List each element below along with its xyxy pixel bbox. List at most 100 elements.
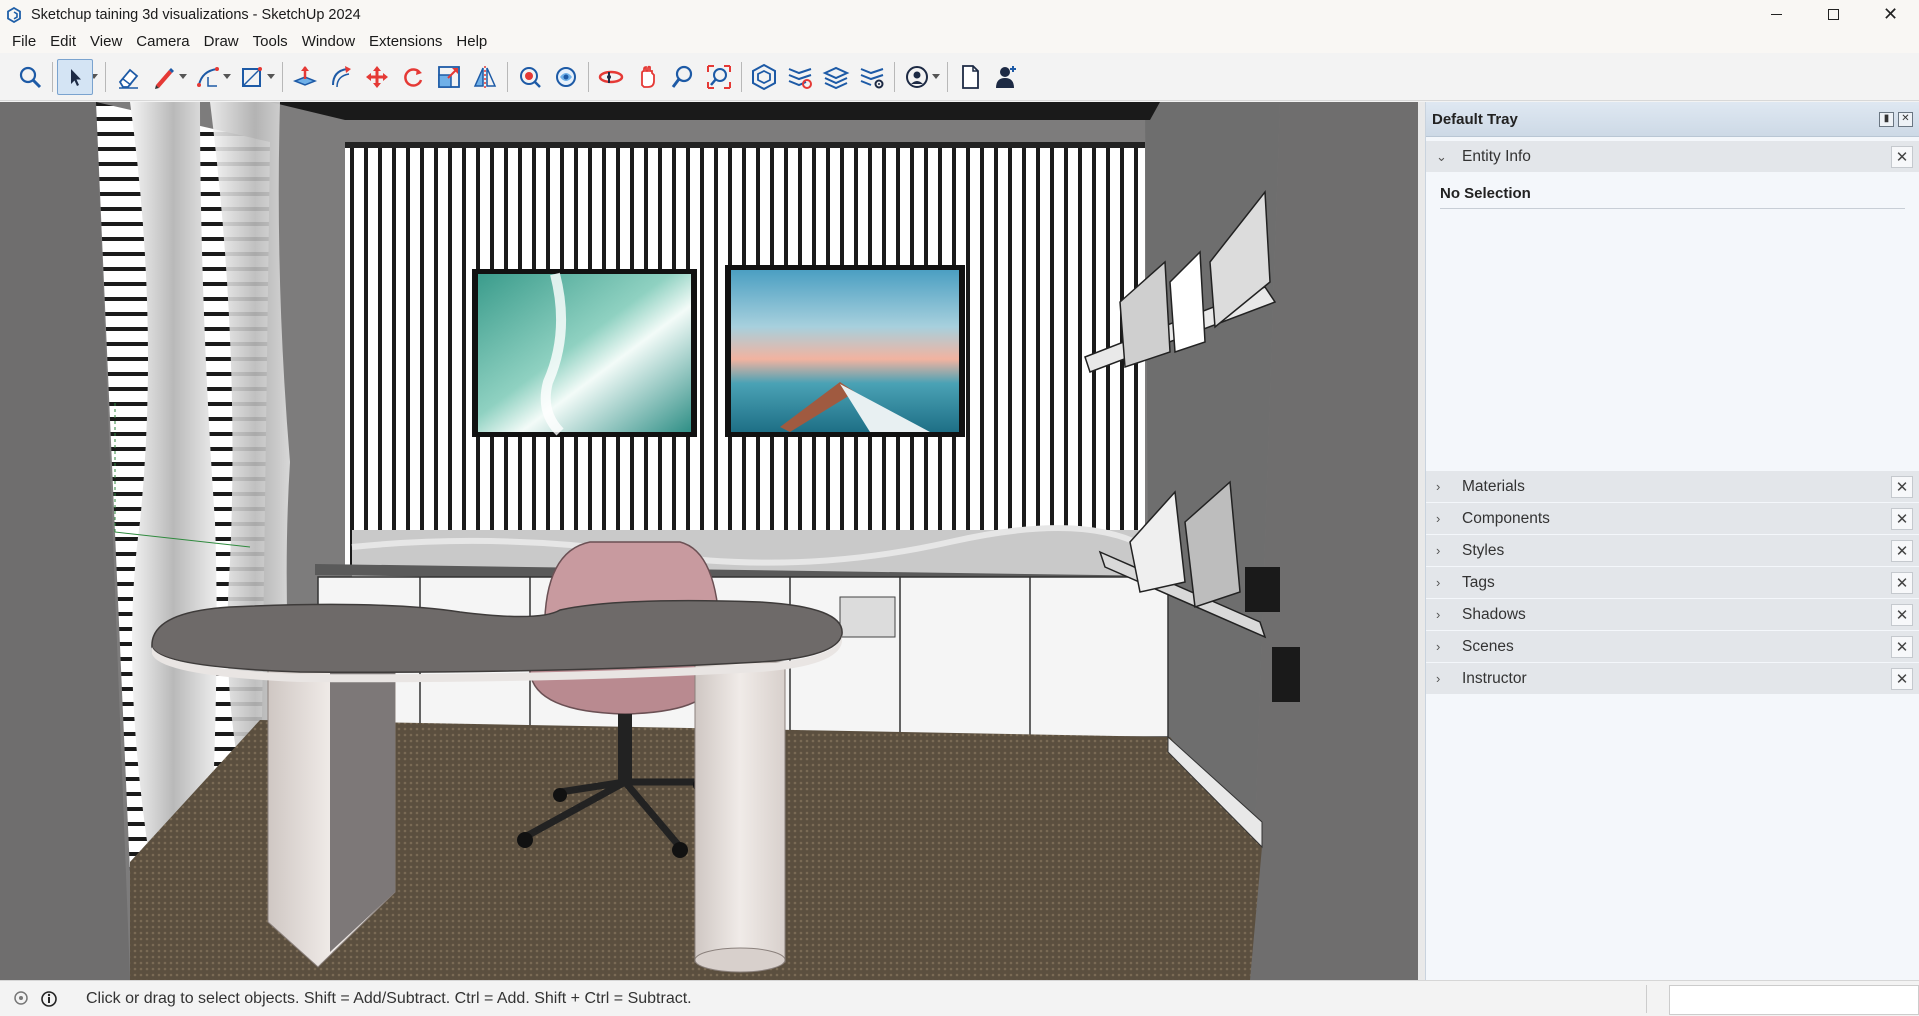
arc-icon	[197, 66, 219, 87]
menu-view[interactable]: View	[83, 33, 129, 50]
menu-edit[interactable]: Edit	[43, 33, 83, 50]
zoom-tool-button[interactable]	[665, 59, 701, 95]
follow-me-icon	[332, 65, 351, 87]
rectangle-tool-button[interactable]	[234, 59, 270, 95]
panel-components[interactable]: › Components ✕	[1426, 503, 1919, 535]
panel-close-button[interactable]: ✕	[1891, 475, 1913, 498]
panel-close-button[interactable]: ✕	[1891, 571, 1913, 594]
minimize-button[interactable]	[1748, 0, 1805, 29]
tape-measure-icon	[556, 66, 576, 87]
user-profile-button[interactable]	[988, 59, 1024, 95]
chevron-right-icon: ›	[1436, 479, 1441, 494]
arc-tool-button[interactable]	[190, 59, 226, 95]
tray-pin-button[interactable]: ▮	[1879, 111, 1894, 127]
panel-shadows[interactable]: › Shadows ✕	[1426, 599, 1919, 631]
toolbar-separator	[741, 61, 742, 92]
extension-warehouse-button[interactable]	[782, 59, 818, 95]
pin-icon: ▮	[1883, 112, 1890, 124]
menu-draw[interactable]: Draw	[197, 33, 246, 50]
menu-tools[interactable]: Tools	[246, 33, 295, 50]
panel-close-button[interactable]: ✕	[1891, 667, 1913, 690]
extension-warehouse-icon	[788, 67, 812, 89]
flip-icon	[473, 65, 497, 88]
geo-location-button[interactable]	[8, 986, 34, 1012]
panel-close-button[interactable]: ✕	[1891, 539, 1913, 562]
toolbar-separator	[52, 61, 53, 92]
status-message: Click or drag to select objects. Shift =…	[86, 989, 692, 1007]
restore-button[interactable]	[1805, 0, 1862, 29]
search-tool-button[interactable]	[12, 59, 48, 95]
paint-bucket-tool-button[interactable]	[512, 59, 548, 95]
restore-icon	[1828, 9, 1839, 20]
panel-materials[interactable]: › Materials ✕	[1426, 471, 1919, 503]
orbit-tool-button[interactable]	[593, 59, 629, 95]
zoom-extents-tool-button[interactable]	[701, 59, 737, 95]
tray-title: Default Tray	[1432, 110, 1518, 128]
panel-scenes[interactable]: › Scenes ✕	[1426, 631, 1919, 663]
flip-tool-button[interactable]	[467, 59, 503, 95]
close-button[interactable]: ✕	[1862, 0, 1919, 29]
title-bar: Sketchup taining 3d visualizations - Ske…	[0, 0, 1919, 29]
panel-close-button[interactable]: ✕	[1891, 507, 1913, 530]
tray-splitter[interactable]	[1418, 102, 1425, 980]
chevron-right-icon: ›	[1436, 607, 1441, 622]
panel-styles[interactable]: › Styles ✕	[1426, 535, 1919, 567]
scale-tool-button[interactable]	[431, 59, 467, 95]
rotate-icon	[404, 67, 423, 87]
close-icon: ✕	[1882, 4, 1899, 24]
account-icon	[906, 65, 928, 88]
menu-camera[interactable]: Camera	[129, 33, 196, 50]
push-pull-tool-button[interactable]	[287, 59, 323, 95]
account-button[interactable]	[899, 59, 935, 95]
push-pull-icon	[292, 65, 318, 86]
select-tool-button[interactable]	[57, 58, 93, 95]
pencil-icon	[155, 67, 174, 89]
tape-measure-tool-button[interactable]	[548, 59, 584, 95]
menu-extensions[interactable]: Extensions	[362, 33, 449, 50]
pencil-tool-button[interactable]	[146, 59, 182, 95]
zoom-icon	[671, 65, 693, 88]
menu-window[interactable]: Window	[295, 33, 362, 50]
menu-file[interactable]: File	[0, 33, 43, 50]
rectangle-icon	[242, 66, 262, 87]
model-viewport[interactable]	[0, 102, 1418, 980]
close-icon: ✕	[1895, 574, 1909, 592]
menu-bar: File Edit View Camera Draw Tools Window …	[0, 29, 1919, 53]
chevron-right-icon: ›	[1436, 639, 1441, 654]
pan-tool-button[interactable]	[629, 59, 665, 95]
location-pin-icon	[14, 990, 28, 1005]
new-file-button[interactable]	[952, 59, 988, 95]
move-tool-button[interactable]	[359, 59, 395, 95]
panel-label: Instructor	[1462, 669, 1527, 687]
3d-warehouse-button[interactable]	[746, 59, 782, 95]
panel-close-button[interactable]: ✕	[1891, 145, 1913, 168]
close-icon: ✕	[1895, 148, 1909, 166]
minimize-icon	[1771, 14, 1782, 15]
layout-button[interactable]	[818, 59, 854, 95]
panel-instructor[interactable]: › Instructor ✕	[1426, 663, 1919, 695]
measurements-box[interactable]	[1669, 985, 1919, 1015]
panel-entity-info[interactable]: ⌄ Entity Info ✕	[1426, 141, 1919, 173]
viewport-scene	[0, 102, 1418, 980]
eraser-tool-button[interactable]	[110, 59, 146, 95]
panel-tags[interactable]: › Tags ✕	[1426, 567, 1919, 599]
tray-close-button[interactable]: ✕	[1898, 111, 1913, 127]
status-bar: Click or drag to select objects. Shift =…	[0, 980, 1919, 1016]
rotate-tool-button[interactable]	[395, 59, 431, 95]
toolbar-separator	[507, 61, 508, 92]
extension-manager-button[interactable]	[854, 59, 890, 95]
follow-me-tool-button[interactable]	[323, 59, 359, 95]
panel-label: Styles	[1462, 541, 1505, 559]
menu-help[interactable]: Help	[449, 33, 494, 50]
layout-icon	[822, 66, 850, 89]
default-tray: Default Tray ▮ ✕ ⌄ Entity Info ✕ No Sele…	[1425, 102, 1919, 980]
toolbar-separator	[282, 61, 283, 92]
credits-button[interactable]	[36, 986, 62, 1012]
panel-label: Components	[1462, 509, 1550, 527]
chevron-right-icon: ›	[1436, 575, 1441, 590]
status-divider	[1646, 985, 1647, 1013]
panel-close-button[interactable]: ✕	[1891, 635, 1913, 658]
select-icon	[71, 68, 81, 86]
panel-close-button[interactable]: ✕	[1891, 603, 1913, 626]
panel-label: Entity Info	[1462, 147, 1531, 165]
